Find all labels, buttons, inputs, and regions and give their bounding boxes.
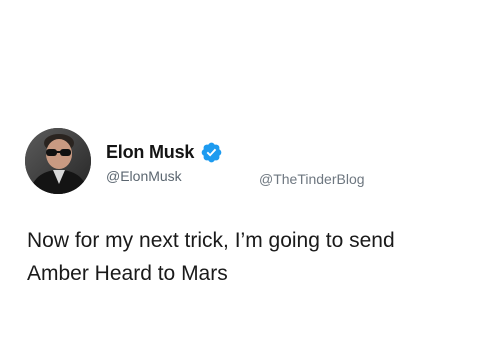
tweet-text: Now for my next trick, I’m going to send… [27, 224, 482, 290]
verified-badge-icon [200, 141, 223, 164]
tweet-text-line-2: Amber Heard to Mars [27, 262, 228, 285]
author-handle[interactable]: @ElonMusk [106, 168, 182, 184]
avatar[interactable] [25, 128, 91, 194]
tweet-card: Elon Musk @ElonMusk @TheTinderBlog Now f… [0, 0, 500, 358]
watermark-text: @TheTinderBlog [259, 171, 365, 187]
avatar-icon [25, 128, 91, 194]
author-display-name[interactable]: Elon Musk [106, 142, 194, 163]
tweet-text-line-1: Now for my next trick, I’m going to send [27, 229, 395, 252]
author-name-row: Elon Musk [106, 141, 223, 164]
